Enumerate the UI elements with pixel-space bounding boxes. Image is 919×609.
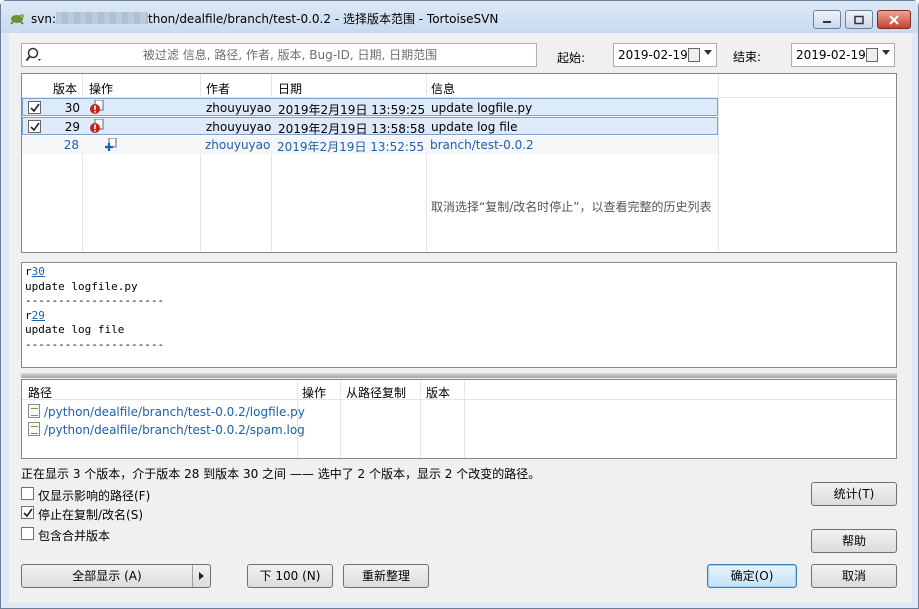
from-date-picker[interactable]: 2019-02-19	[613, 43, 717, 67]
minimize-button[interactable]	[813, 10, 841, 29]
revision-list[interactable]: 版本 操作 作者 日期 信息 30 zhouyuyao 2019年2月19日 1…	[21, 73, 897, 253]
checkbox-box[interactable]	[21, 487, 34, 500]
rev-prefix: r	[25, 265, 32, 278]
revision-link[interactable]: 29	[32, 309, 45, 322]
close-icon	[889, 14, 899, 25]
title-suffix: thon/dealfile/branch/test-0.0.2 - 选择版本范围…	[148, 12, 499, 26]
revision-row[interactable]: 30 zhouyuyao 2019年2月19日 13:59:25 update …	[22, 98, 718, 117]
ok-button[interactable]: 确定(O)	[707, 564, 797, 588]
col-header-copyfrom-rev[interactable]: 版本	[426, 384, 450, 401]
checkmark-icon	[23, 508, 33, 518]
to-date-label: 结束:	[733, 50, 762, 64]
dropdown-arrow-icon[interactable]	[192, 565, 210, 587]
dropdown-arrow-icon[interactable]	[882, 50, 890, 55]
column-divider	[718, 74, 719, 252]
filter-box[interactable]	[21, 43, 537, 67]
col-header-author[interactable]: 作者	[206, 80, 230, 97]
revision-message: branch/test-0.0.2	[430, 138, 534, 152]
show-all-label: 全部显示 (A)	[72, 569, 142, 583]
revision-list-header: 版本 操作 作者 日期 信息	[22, 74, 896, 98]
col-header-message[interactable]: 信息	[431, 80, 455, 97]
log-message-box[interactable]: r30 update logfile.py ------------------…	[21, 262, 897, 368]
status-text: 正在显示 3 个版本，介于版本 28 到版本 30 之间 —— 选中了 2 个版…	[21, 467, 541, 481]
from-date-label: 起始:	[557, 51, 586, 65]
log-message-text: update logfile.py	[25, 279, 138, 293]
maximize-button[interactable]	[845, 10, 873, 29]
close-button[interactable]	[877, 10, 911, 29]
col-header-date[interactable]: 日期	[278, 80, 302, 97]
checkbox-box[interactable]	[21, 506, 34, 519]
statistics-button[interactable]: 统计(T)	[811, 482, 897, 506]
search-icon[interactable]	[26, 47, 44, 63]
checkmark-icon	[30, 122, 40, 132]
revision-number: 30	[64, 101, 80, 115]
to-date-picker[interactable]: 2019-02-19	[791, 43, 895, 67]
file-icon	[28, 404, 40, 418]
revision-number: 28	[63, 138, 79, 152]
from-date-value: 2019-02-19	[618, 48, 688, 62]
file-icon	[28, 422, 40, 436]
calendar-icon	[866, 48, 878, 62]
window: svn: thon/dealfile/branch/test-0.0.2 - 选择…	[0, 0, 919, 609]
revision-row[interactable]: 28 zhouyuyao 2019年2月19日 13:52:55 branch/…	[22, 136, 718, 154]
revision-checkbox[interactable]	[28, 120, 41, 133]
revision-link[interactable]: 30	[32, 265, 45, 278]
revision-row[interactable]: 29 zhouyuyao 2019年2月19日 13:58:58 update …	[22, 117, 718, 136]
checkmark-icon	[30, 103, 40, 113]
title-bar: svn: thon/dealfile/branch/test-0.0.2 - 选择…	[1, 1, 918, 33]
col-header-actions[interactable]: 操作	[89, 80, 113, 97]
filter-input[interactable]	[48, 46, 532, 64]
revision-date: 2019年2月19日 13:58:58	[278, 122, 426, 136]
rev-prefix: r	[25, 308, 32, 322]
revision-author: zhouyuyao	[205, 138, 271, 152]
minimize-icon	[823, 20, 831, 23]
col-header-copyfrom-path[interactable]: 从路径复制	[346, 384, 406, 401]
added-action-icon	[105, 138, 117, 151]
tortoisesvn-icon	[10, 14, 24, 25]
path-value: /python/dealfile/branch/test-0.0.2/spam.…	[44, 423, 305, 437]
maximize-icon	[854, 15, 864, 24]
title-prefix: svn:	[31, 12, 57, 26]
checkbox-label: 仅显示影响的路径(F)	[38, 489, 151, 503]
separator-line: ---------------------	[25, 337, 165, 351]
col-header-action[interactable]: 操作	[302, 384, 326, 401]
to-date-value: 2019-02-19	[796, 48, 866, 62]
pane-splitter[interactable]	[21, 373, 897, 378]
revision-author: zhouyuyao	[206, 120, 272, 134]
revision-author: zhouyuyao	[206, 101, 272, 115]
log-message-text: update log file	[25, 323, 125, 336]
calendar-icon	[688, 48, 700, 62]
window-title: svn: thon/dealfile/branch/test-0.0.2 - 选择…	[31, 10, 498, 27]
revision-message: update log file	[431, 120, 518, 134]
show-all-button[interactable]: 全部显示 (A)	[21, 564, 211, 588]
revision-checkbox[interactable]	[28, 101, 41, 114]
revision-date: 2019年2月19日 13:52:55	[277, 140, 425, 154]
modified-action-icon	[90, 119, 104, 133]
col-header-revision[interactable]: 版本	[53, 80, 77, 97]
dialog-client: 起始: 2019-02-19 结束: 2019-02-19 版本 操作 作者 日…	[9, 33, 912, 603]
separator-line: ---------------------	[25, 294, 165, 307]
dropdown-arrow-icon[interactable]	[704, 50, 712, 55]
col-header-path[interactable]: 路径	[28, 384, 52, 401]
paths-header: 路径 操作 从路径复制 版本	[22, 380, 896, 400]
checkbox-label: 包含合并版本	[38, 529, 111, 543]
revision-number: 29	[64, 120, 80, 134]
modified-action-icon	[90, 100, 104, 114]
changed-paths-list[interactable]: 路径 操作 从路径复制 版本 /python/dealfile/branch/t…	[21, 379, 897, 459]
refresh-button[interactable]: 重新整理	[343, 564, 429, 588]
checkbox-label: 停止在复制/改名(S)	[38, 508, 144, 522]
next-100-button[interactable]: 下 100 (N)	[247, 564, 333, 588]
title-redacted	[56, 12, 149, 24]
stop-on-copy-hint: 取消选择“复制/改名时停止”，以查看完整的历史列表	[431, 200, 712, 214]
revision-message: update logfile.py	[431, 101, 533, 115]
revision-date: 2019年2月19日 13:59:25	[278, 103, 426, 117]
path-value: /python/dealfile/branch/test-0.0.2/logfi…	[44, 405, 305, 419]
cancel-button[interactable]: 取消	[811, 564, 897, 588]
checkbox-box[interactable]	[21, 527, 34, 540]
help-button[interactable]: 帮助	[811, 529, 897, 553]
